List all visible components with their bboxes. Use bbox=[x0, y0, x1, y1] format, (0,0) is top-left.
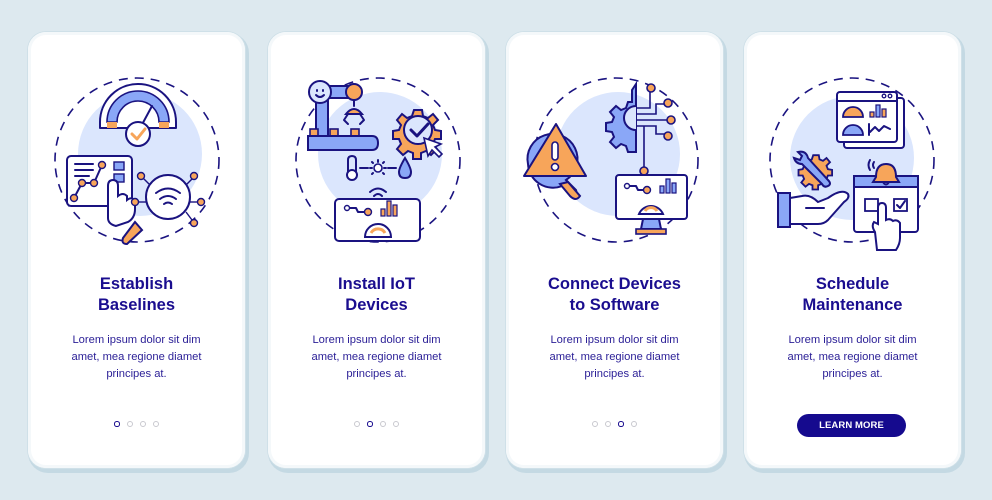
title-line: Maintenance bbox=[802, 296, 903, 314]
card-title: Schedule Maintenance bbox=[744, 274, 961, 316]
onboarding-card-establish-baselines: Establish Baselines Lorem ipsum dolor si… bbox=[28, 32, 245, 468]
description-line: Lorem ipsum dolor sit dim bbox=[788, 334, 917, 346]
description-line: Lorem ipsum dolor sit dim bbox=[550, 334, 679, 346]
description-line: amet, mea regione diamet bbox=[311, 351, 442, 363]
title-line: Baselines bbox=[97, 296, 176, 314]
page-dot-2[interactable] bbox=[126, 421, 133, 427]
warning-gear-monitor-icon bbox=[506, 72, 723, 252]
pagination-dots bbox=[506, 421, 723, 427]
page-dot-2-active[interactable] bbox=[367, 421, 373, 427]
card-description: Lorem ipsum dolor sit dim amet, mea regi… bbox=[762, 332, 943, 383]
description-line: Lorem ipsum dolor sit dim bbox=[312, 334, 441, 346]
description-line: amet, mea regione diamet bbox=[787, 351, 918, 363]
maintenance-calendar-dashboard-icon bbox=[744, 72, 961, 252]
title-line: Schedule bbox=[815, 275, 890, 293]
page-dot-4[interactable] bbox=[392, 421, 399, 427]
card-title: Connect Devices to Software bbox=[506, 274, 723, 316]
pagination-dots bbox=[28, 421, 245, 427]
description-line: principes at. bbox=[346, 368, 407, 380]
description-line: amet, mea regione diamet bbox=[549, 351, 680, 363]
page-dot-3-active[interactable] bbox=[618, 421, 624, 427]
card-title: Install IoT Devices bbox=[268, 274, 485, 316]
description-line: principes at. bbox=[822, 368, 883, 380]
description-line: principes at. bbox=[584, 368, 645, 380]
description-line: principes at. bbox=[106, 368, 167, 380]
title-line: Connect Devices bbox=[548, 275, 681, 293]
robot-arm-gear-sensors-icon bbox=[268, 72, 485, 252]
page-dot-2[interactable] bbox=[605, 421, 612, 427]
description-line: amet, mea regione diamet bbox=[71, 351, 202, 363]
page-dot-3[interactable] bbox=[379, 421, 386, 427]
card-description: Lorem ipsum dolor sit dim amet, mea regi… bbox=[46, 332, 227, 383]
baseline-gauge-analytics-icon bbox=[28, 72, 245, 252]
card-description: Lorem ipsum dolor sit dim amet, mea regi… bbox=[286, 332, 467, 383]
description-line: Lorem ipsum dolor sit dim bbox=[72, 334, 201, 346]
title-line: Establish bbox=[99, 275, 174, 293]
page-dot-1-active[interactable] bbox=[114, 421, 120, 427]
page-dot-4[interactable] bbox=[152, 421, 159, 427]
title-line: Devices bbox=[345, 296, 408, 314]
card-description: Lorem ipsum dolor sit dim amet, mea regi… bbox=[524, 332, 705, 383]
onboarding-card-schedule-maintenance: Schedule Maintenance Lorem ipsum dolor s… bbox=[744, 32, 961, 468]
page-dot-4[interactable] bbox=[630, 421, 637, 427]
title-line: to Software bbox=[569, 296, 660, 314]
onboarding-card-connect-devices: Connect Devices to Software Lorem ipsum … bbox=[506, 32, 723, 468]
page-dot-1[interactable] bbox=[592, 421, 599, 427]
page-dot-3[interactable] bbox=[139, 421, 146, 427]
page-dot-1[interactable] bbox=[354, 421, 361, 427]
onboarding-card-install-iot-devices: Install IoT Devices Lorem ipsum dolor si… bbox=[268, 32, 485, 468]
title-line: Install IoT bbox=[337, 275, 415, 293]
pagination-dots bbox=[268, 421, 485, 427]
learn-more-button[interactable]: LEARN MORE bbox=[797, 414, 906, 437]
card-title: Establish Baselines bbox=[28, 274, 245, 316]
